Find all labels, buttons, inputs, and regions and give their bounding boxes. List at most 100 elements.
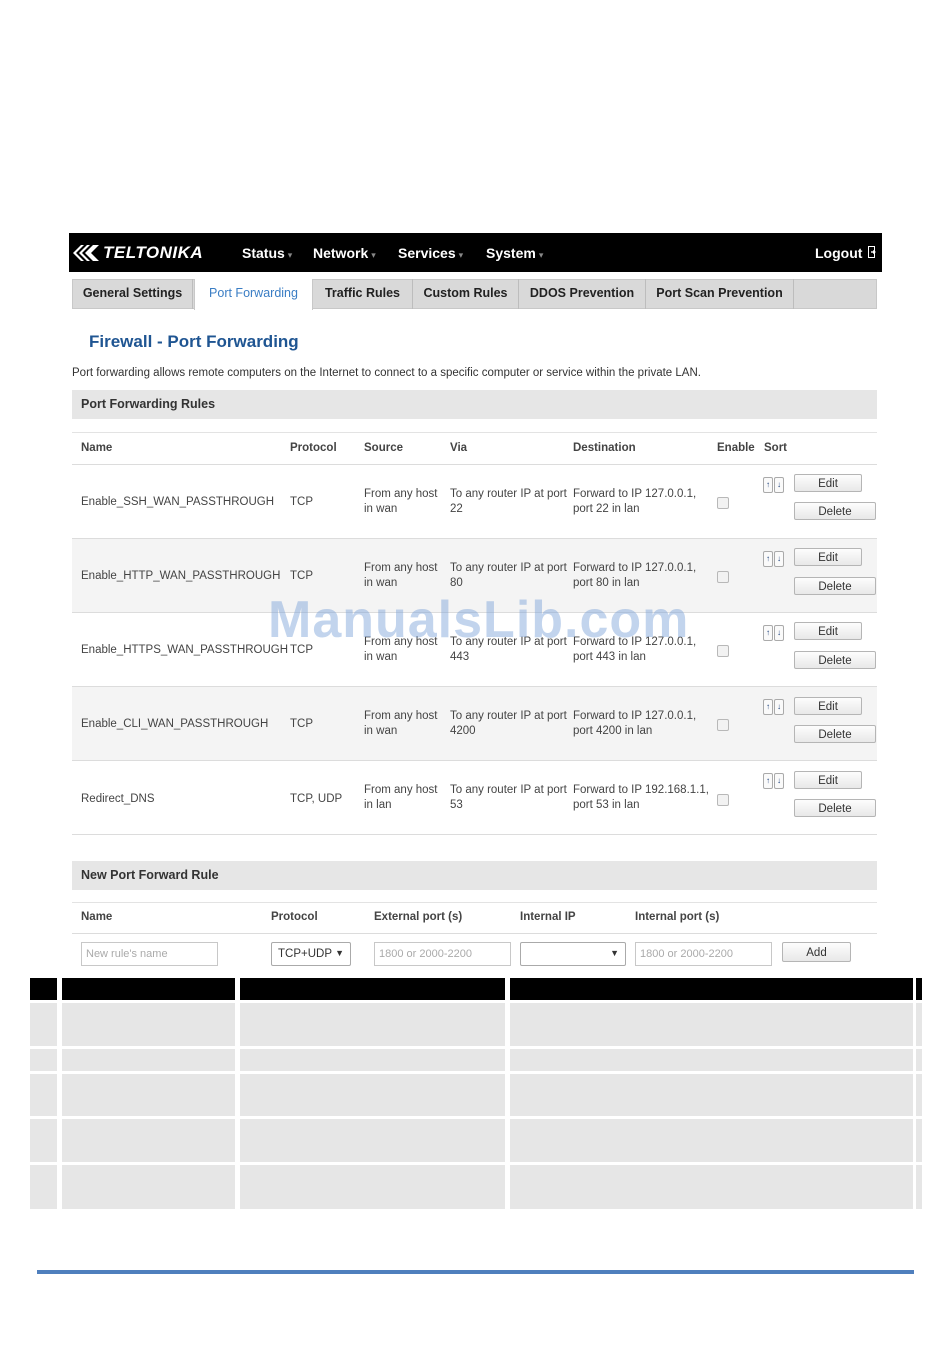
nav-status-label: Status [242,245,285,261]
doc-table-row [30,1165,922,1209]
teltonika-logo[interactable]: TELTONIKA [73,241,203,265]
doc-table-divider [505,1003,510,1209]
doc-table-header-cell [30,978,57,1000]
new-rule-header-protocol: Protocol [271,911,318,923]
edit-button[interactable]: Edit [794,622,862,640]
nav-system-label: System [486,245,536,261]
rule-destination: Forward to IP 192.168.1.1, port 53 in lan [573,783,709,813]
edit-button[interactable]: Edit [794,771,862,789]
page-description: Port forwarding allows remote computers … [72,367,701,379]
doc-table-header-cell [916,978,922,1000]
rule-protocol: TCP [290,496,313,508]
doc-table-divider [235,1003,240,1209]
protocol-select-value: TCP+UDP [278,948,332,960]
sort-up-button[interactable]: ↑ [763,625,773,641]
sort-up-button[interactable]: ↑ [763,699,773,715]
rule-destination-line2: port 443 in lan [573,651,646,663]
rule-destination: Forward to IP 127.0.0.1, port 80 in lan [573,561,696,591]
new-rule-header-row [72,902,877,934]
nav-network-label: Network [313,245,369,261]
header-enable: Enable [717,442,755,454]
rule-via-line2: 4200 [450,725,476,737]
internal-ip-select[interactable]: ▼ [520,942,626,966]
rule-source: From any host in wan [364,709,438,739]
rule-source-line1: From any host [364,710,438,722]
doc-table-divider [57,1003,62,1209]
teltonika-logo-icon [73,245,99,261]
doc-table-row [30,1049,922,1071]
nav-system[interactable]: System ▾ [486,245,543,261]
tab-port-forwarding[interactable]: Port Forwarding [194,279,313,310]
delete-button[interactable]: Delete [794,651,876,669]
new-rule-header-external-port: External port (s) [374,911,463,923]
rule-source: From any host in lan [364,783,438,813]
rule-via-line2: 53 [450,799,463,811]
sort-down-button[interactable]: ↓ [774,551,784,567]
rule-via-line2: 80 [450,577,463,589]
rule-name: Enable_CLI_WAN_PASSTHROUGH [81,718,269,730]
chevron-down-icon: ▾ [538,250,544,260]
tab-custom-rules[interactable]: Custom Rules [413,279,519,309]
nav-status[interactable]: Status ▾ [242,245,292,261]
rule-protocol: TCP [290,570,313,582]
enable-checkbox[interactable] [717,497,729,509]
sort-up-button[interactable]: ↑ [763,477,773,493]
enable-checkbox[interactable] [717,645,729,657]
tab-port-scan-prevention[interactable]: Port Scan Prevention [646,279,794,309]
nav-services[interactable]: Services ▾ [398,245,463,261]
header-via: Via [450,442,468,454]
rule-source-line1: From any host [364,562,438,574]
tab-ddos-prevention[interactable]: DDOS Prevention [519,279,646,309]
new-rule-header-internal-port: Internal port (s) [635,911,720,923]
rules-section-header: Port Forwarding Rules [72,390,877,419]
sort-down-button[interactable]: ↓ [774,625,784,641]
delete-button[interactable]: Delete [794,577,876,595]
sort-up-button[interactable]: ↑ [763,551,773,567]
rule-via-line1: To any router IP at port [450,488,567,500]
header-name: Name [81,442,113,454]
rule-destination: Forward to IP 127.0.0.1, port 22 in lan [573,487,696,517]
rule-destination-line2: port 53 in lan [573,799,640,811]
new-rule-section-header: New Port Forward Rule [72,861,877,890]
rule-destination-line2: port 22 in lan [573,503,640,515]
sort-up-button[interactable]: ↑ [763,773,773,789]
sort-down-button[interactable]: ↓ [774,477,784,493]
rule-name: Enable_HTTP_WAN_PASSTHROUGH [81,570,281,582]
enable-checkbox[interactable] [717,571,729,583]
external-port-input[interactable]: 1800 or 2000-2200 [374,942,511,966]
rule-via: To any router IP at port 4200 [450,709,567,739]
enable-checkbox[interactable] [717,719,729,731]
tab-traffic-rules[interactable]: Traffic Rules [313,279,413,309]
rule-source-line2: in wan [364,577,398,589]
add-button[interactable]: Add [782,942,851,962]
header-sort: Sort [764,442,787,454]
sort-down-button[interactable]: ↓ [774,773,784,789]
delete-button[interactable]: Delete [794,502,876,520]
rule-source-line2: in wan [364,651,398,663]
delete-button[interactable]: Delete [794,725,876,743]
rule-via-line2: 22 [450,503,463,515]
logout-icon [868,246,877,258]
sort-down-button[interactable]: ↓ [774,699,784,715]
logout-link[interactable]: Logout [815,245,878,261]
doc-table-row [30,1003,922,1046]
edit-button[interactable]: Edit [794,474,862,492]
new-rule-name-input[interactable]: New rule's name [81,942,218,966]
rule-source-line1: From any host [364,488,438,500]
edit-button[interactable]: Edit [794,697,862,715]
doc-table-header-cell [62,978,235,1000]
nav-network[interactable]: Network ▾ [313,245,376,261]
rule-destination-line1: Forward to IP 192.168.1.1, [573,784,709,796]
chevron-down-icon: ▾ [371,250,376,260]
edit-button[interactable]: Edit [794,548,862,566]
rule-name: Enable_SSH_WAN_PASSTHROUGH [81,496,275,508]
chevron-down-icon: ▾ [458,250,464,260]
rule-destination-line2: port 4200 in lan [573,725,653,737]
rule-destination: Forward to IP 127.0.0.1, port 4200 in lan [573,709,696,739]
watermark: ManualsLib.com [268,591,690,649]
protocol-select[interactable]: TCP+UDP ▼ [271,942,351,966]
internal-port-input[interactable]: 1800 or 2000-2200 [635,942,772,966]
delete-button[interactable]: Delete [794,799,876,817]
enable-checkbox[interactable] [717,794,729,806]
tab-general-settings[interactable]: General Settings [73,279,193,309]
